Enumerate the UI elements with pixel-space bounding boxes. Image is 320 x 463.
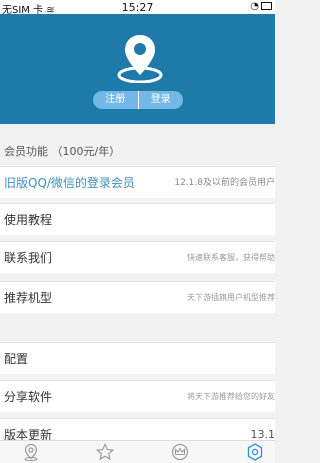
menu-item-legacy-login[interactable]: 旧版QQ/微信的登录会员 12.1.8及以前的会员用户 [0,166,275,198]
crown-icon[interactable] [170,443,190,461]
menu-item-tutorial[interactable]: 使用教程 [0,203,275,235]
register-button[interactable]: 注册 [93,91,138,109]
member-section-label: 会员功能 （100元/年） [4,145,121,158]
login-button[interactable]: 登录 [137,91,183,109]
star-icon[interactable] [95,443,115,461]
tab-bar [0,440,275,463]
menu-item-title: 旧版QQ/微信的登录会员 [4,176,135,190]
auth-button-group: 注册 登录 [93,91,183,109]
menu-item-share[interactable]: 分享软件 将天下游推荐给您的好友 [0,380,275,412]
menu-item-title: 配置 [4,352,29,366]
location-logo-icon [117,35,163,83]
settings-icon[interactable] [245,443,265,461]
clock: 15:27 [121,1,154,14]
menu-item-desc: 将天下游推荐给您的好友 [187,392,275,401]
menu-item-desc: 快速联系客服，获得帮助 [187,253,275,262]
menu-item-title: 联系我们 [4,251,53,265]
menu-item-title: 推荐机型 [4,291,53,305]
location-icon[interactable] [21,443,41,461]
status-right: ◔ [250,1,272,12]
menu-item-config[interactable]: 配置 [0,342,275,374]
battery-icon [261,2,272,10]
menu-item-title: 使用教程 [4,213,53,227]
signal-icon: ◔ [250,1,259,12]
status-bar: 无SIM 卡 ≋ 15:27 ◔ [0,0,275,16]
profile-header: 注册 登录 [0,14,275,124]
menu-item-desc: 12.1.8及以前的会员用户 [174,178,275,188]
menu-item-contact[interactable]: 联系我们 快速联系客服，获得帮助 [0,241,275,273]
menu-item-title: 分享软件 [4,390,53,404]
menu-item-desc: 天下游插旗用户机型推荐 [187,293,275,302]
menu-item-recommended-models[interactable]: 推荐机型 天下游插旗用户机型推荐 [0,281,275,313]
